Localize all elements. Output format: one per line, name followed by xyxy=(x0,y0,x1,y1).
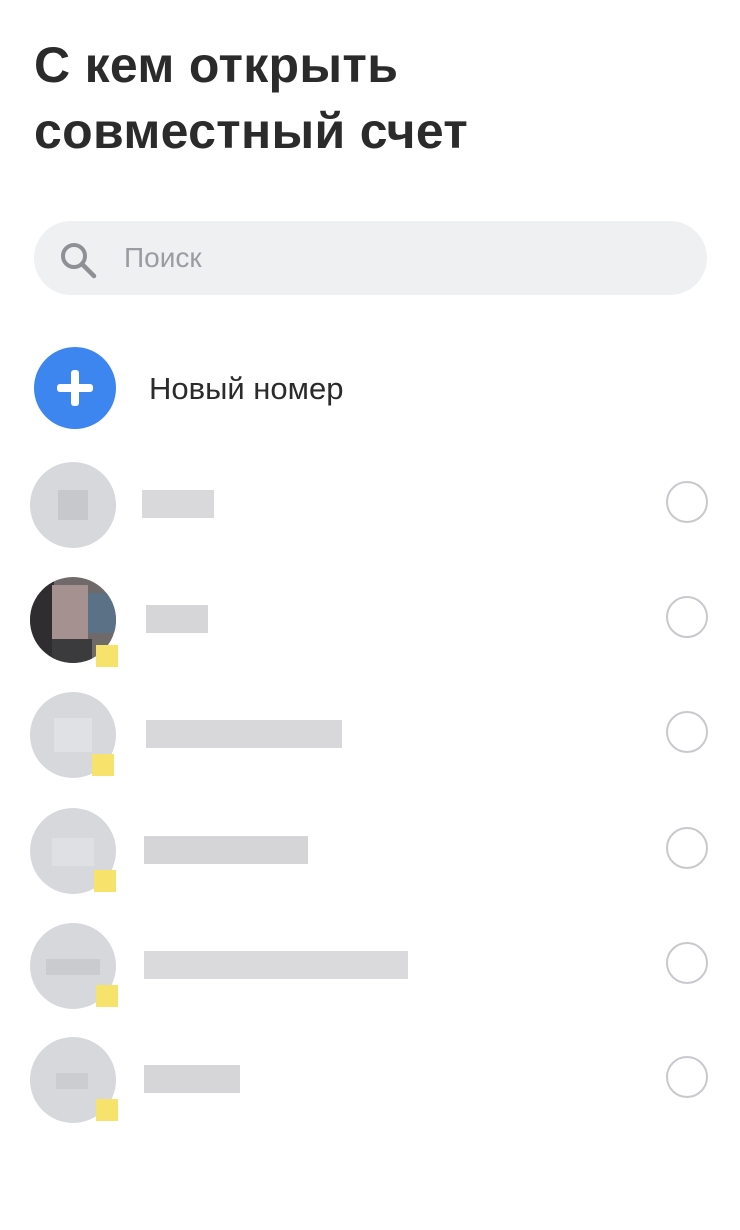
search-bar[interactable] xyxy=(34,221,707,295)
page-title: С кем открыть совместный счет xyxy=(34,32,714,164)
select-radio[interactable] xyxy=(666,827,708,869)
select-radio[interactable] xyxy=(666,942,708,984)
status-badge xyxy=(92,754,114,776)
search-input[interactable] xyxy=(124,221,684,295)
contact-row[interactable] xyxy=(22,915,722,1015)
select-radio[interactable] xyxy=(666,711,708,753)
contact-row[interactable] xyxy=(22,800,722,900)
status-badge xyxy=(94,870,116,892)
status-badge xyxy=(96,1099,118,1121)
search-icon xyxy=(61,243,97,279)
select-radio[interactable] xyxy=(666,1056,708,1098)
contact-row[interactable] xyxy=(22,569,722,669)
contact-row[interactable] xyxy=(22,454,722,554)
avatar xyxy=(30,462,116,548)
status-badge xyxy=(96,645,118,667)
new-number-button[interactable]: Новый номер xyxy=(34,347,707,431)
page-title-line-2: совместный счет xyxy=(34,103,469,159)
contact-row[interactable] xyxy=(22,684,722,784)
contact-picker-screen: С кем открыть совместный счет Новый номе… xyxy=(0,0,740,1230)
status-badge xyxy=(96,985,118,1007)
new-number-label: Новый номер xyxy=(149,371,344,406)
select-radio[interactable] xyxy=(666,596,708,638)
plus-icon xyxy=(34,347,116,429)
select-radio[interactable] xyxy=(666,481,708,523)
contact-row[interactable] xyxy=(22,1029,722,1129)
page-title-line-1: С кем открыть xyxy=(34,37,399,93)
